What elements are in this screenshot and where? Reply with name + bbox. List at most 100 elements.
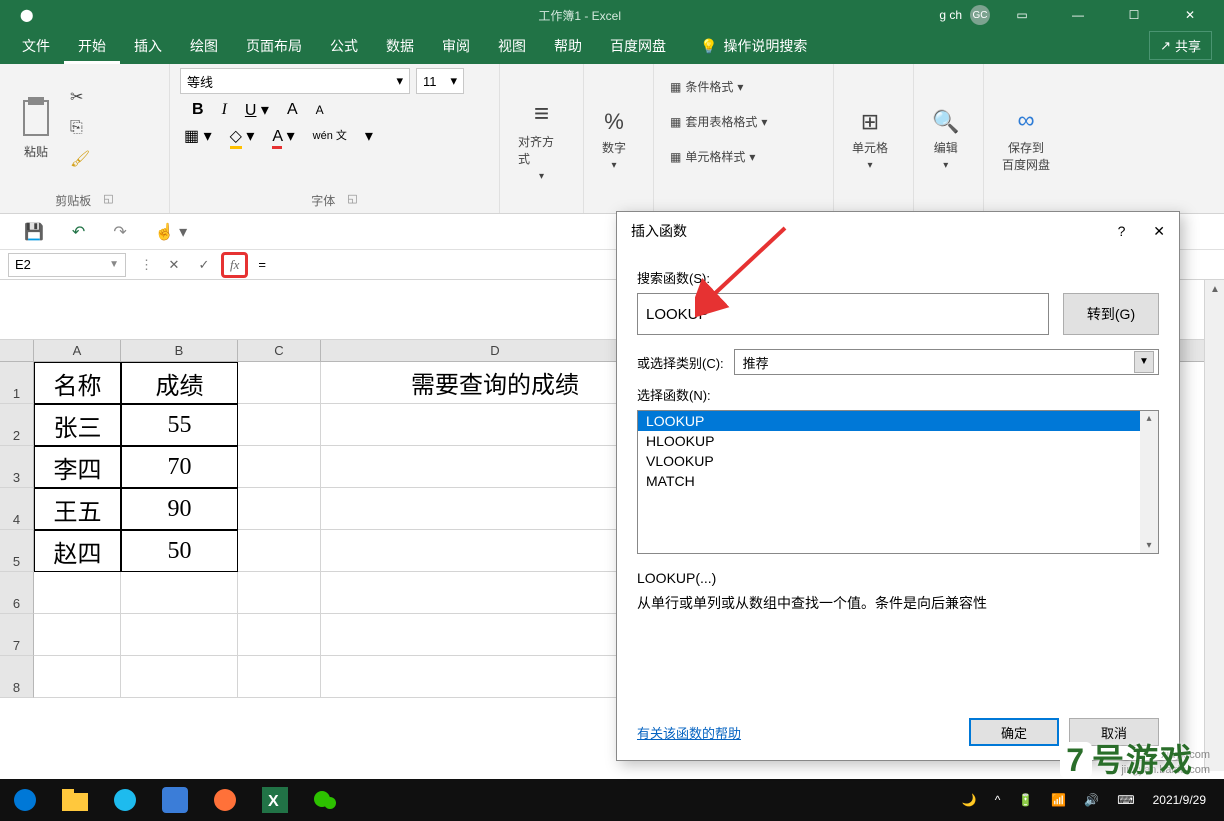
- app-icon[interactable]: [150, 779, 200, 821]
- borders-button[interactable]: ▦ ▾: [184, 126, 212, 146]
- tab-draw[interactable]: 绘图: [176, 28, 232, 64]
- category-combo[interactable]: 推荐 ▼: [734, 349, 1159, 375]
- number-button[interactable]: %数字▾: [594, 105, 634, 175]
- tab-view[interactable]: 视图: [484, 28, 540, 64]
- cell[interactable]: 50: [121, 530, 238, 572]
- redo-icon[interactable]: ↷: [113, 222, 126, 242]
- row-header[interactable]: 6: [0, 572, 34, 614]
- cell[interactable]: [34, 572, 121, 614]
- row-header[interactable]: 2: [0, 404, 34, 446]
- firefox-icon[interactable]: [200, 779, 250, 821]
- tab-formulas[interactable]: 公式: [316, 28, 372, 64]
- tab-help[interactable]: 帮助: [540, 28, 596, 64]
- cell[interactable]: [121, 572, 238, 614]
- row-header[interactable]: 1: [0, 362, 34, 404]
- cell[interactable]: 70: [121, 446, 238, 488]
- col-header-B[interactable]: B: [121, 340, 238, 361]
- copy-icon[interactable]: ⎘: [70, 119, 90, 137]
- dialog-close-button[interactable]: ✕: [1153, 223, 1165, 239]
- dialog-help-icon[interactable]: ?: [1118, 223, 1126, 239]
- list-scrollbar[interactable]: ▴▾: [1140, 411, 1158, 553]
- font-color-button[interactable]: A ▾: [272, 126, 294, 146]
- font-name-combo[interactable]: 等线▾: [180, 68, 410, 94]
- function-help-link[interactable]: 有关该函数的帮助: [637, 723, 741, 742]
- edge-icon[interactable]: [0, 779, 50, 821]
- cell[interactable]: [238, 530, 321, 572]
- cell[interactable]: 55: [121, 404, 238, 446]
- function-item[interactable]: LOOKUP: [638, 411, 1158, 431]
- clipboard-launcher[interactable]: ◱: [103, 192, 113, 209]
- touch-mode-icon[interactable]: ☝ ▾: [155, 222, 187, 242]
- function-item[interactable]: MATCH: [638, 471, 1158, 491]
- undo-icon[interactable]: ↶: [72, 222, 85, 242]
- ribbon-options-icon[interactable]: ▭: [998, 0, 1046, 30]
- grow-font-button[interactable]: A: [287, 101, 298, 119]
- ok-button[interactable]: 确定: [969, 718, 1059, 746]
- function-item[interactable]: VLOOKUP: [638, 451, 1158, 471]
- table-format-button[interactable]: ▦套用表格格式 ▾: [664, 109, 773, 134]
- cell[interactable]: [238, 488, 321, 530]
- cell[interactable]: [121, 614, 238, 656]
- enter-formula-button[interactable]: ✓: [189, 257, 219, 273]
- baidu-save-button[interactable]: ∞保存到 百度网盘: [994, 103, 1058, 177]
- underline-button[interactable]: U ▾: [245, 100, 269, 120]
- cell[interactable]: [121, 656, 238, 698]
- search-function-input[interactable]: [637, 293, 1049, 335]
- ie-icon[interactable]: [100, 779, 150, 821]
- close-button[interactable]: ✕: [1166, 0, 1214, 30]
- moon-icon[interactable]: 🌙: [962, 793, 977, 807]
- formula-input-start[interactable]: =: [250, 257, 266, 272]
- conditional-format-button[interactable]: ▦条件格式 ▾: [664, 74, 749, 99]
- user-name[interactable]: g ch: [939, 8, 962, 22]
- tab-baidu[interactable]: 百度网盘: [596, 28, 680, 64]
- cell[interactable]: [238, 614, 321, 656]
- cell[interactable]: [34, 656, 121, 698]
- italic-button[interactable]: I: [222, 101, 227, 119]
- cell[interactable]: [238, 362, 321, 404]
- row-header[interactable]: 4: [0, 488, 34, 530]
- cut-icon[interactable]: ✂: [70, 87, 90, 107]
- excel-taskbar-icon[interactable]: X: [250, 779, 300, 821]
- row-header[interactable]: 7: [0, 614, 34, 656]
- tab-home[interactable]: 开始: [64, 28, 120, 64]
- save-icon[interactable]: 💾: [24, 222, 44, 242]
- battery-icon[interactable]: 🔋: [1018, 793, 1033, 807]
- function-list[interactable]: LOOKUP HLOOKUP VLOOKUP MATCH ▴▾: [637, 410, 1159, 554]
- tab-review[interactable]: 审阅: [428, 28, 484, 64]
- cell[interactable]: [34, 614, 121, 656]
- cell[interactable]: 90: [121, 488, 238, 530]
- insert-function-button[interactable]: fx: [221, 252, 248, 278]
- cell[interactable]: 李四: [34, 446, 121, 488]
- tray-expand-icon[interactable]: ^: [995, 793, 1001, 807]
- clock[interactable]: 2021/9/29: [1153, 793, 1206, 807]
- tab-data[interactable]: 数据: [372, 28, 428, 64]
- cell[interactable]: 成绩: [121, 362, 238, 404]
- alignment-button[interactable]: ≡对齐方式▾: [510, 94, 573, 186]
- tell-me[interactable]: 操作说明搜索: [723, 36, 807, 56]
- editing-button[interactable]: 🔍编辑▾: [924, 105, 967, 175]
- tab-file[interactable]: 文件: [8, 28, 64, 64]
- cell[interactable]: 名称: [34, 362, 121, 404]
- cancel-formula-button[interactable]: ✕: [159, 257, 189, 273]
- cell[interactable]: [238, 572, 321, 614]
- cell[interactable]: 赵四: [34, 530, 121, 572]
- explorer-icon[interactable]: [50, 779, 100, 821]
- function-item[interactable]: HLOOKUP: [638, 431, 1158, 451]
- share-button[interactable]: ↗ 共享: [1149, 31, 1212, 60]
- fill-color-button[interactable]: ◇ ▾: [230, 126, 255, 146]
- cell[interactable]: [238, 446, 321, 488]
- cell[interactable]: [238, 404, 321, 446]
- cell[interactable]: [238, 656, 321, 698]
- minimize-button[interactable]: —: [1054, 0, 1102, 30]
- col-header-C[interactable]: C: [238, 340, 321, 361]
- volume-icon[interactable]: 🔊: [1084, 793, 1099, 807]
- format-painter-icon[interactable]: 🖌: [70, 149, 90, 169]
- row-header[interactable]: 8: [0, 656, 34, 698]
- maximize-button[interactable]: ☐: [1110, 0, 1158, 30]
- select-all-corner[interactable]: [0, 340, 34, 361]
- vertical-scrollbar[interactable]: [1204, 280, 1224, 771]
- shrink-font-button[interactable]: A: [316, 103, 324, 117]
- cell[interactable]: 王五: [34, 488, 121, 530]
- goto-button[interactable]: 转到(G): [1063, 293, 1159, 335]
- tab-pagelayout[interactable]: 页面布局: [232, 28, 316, 64]
